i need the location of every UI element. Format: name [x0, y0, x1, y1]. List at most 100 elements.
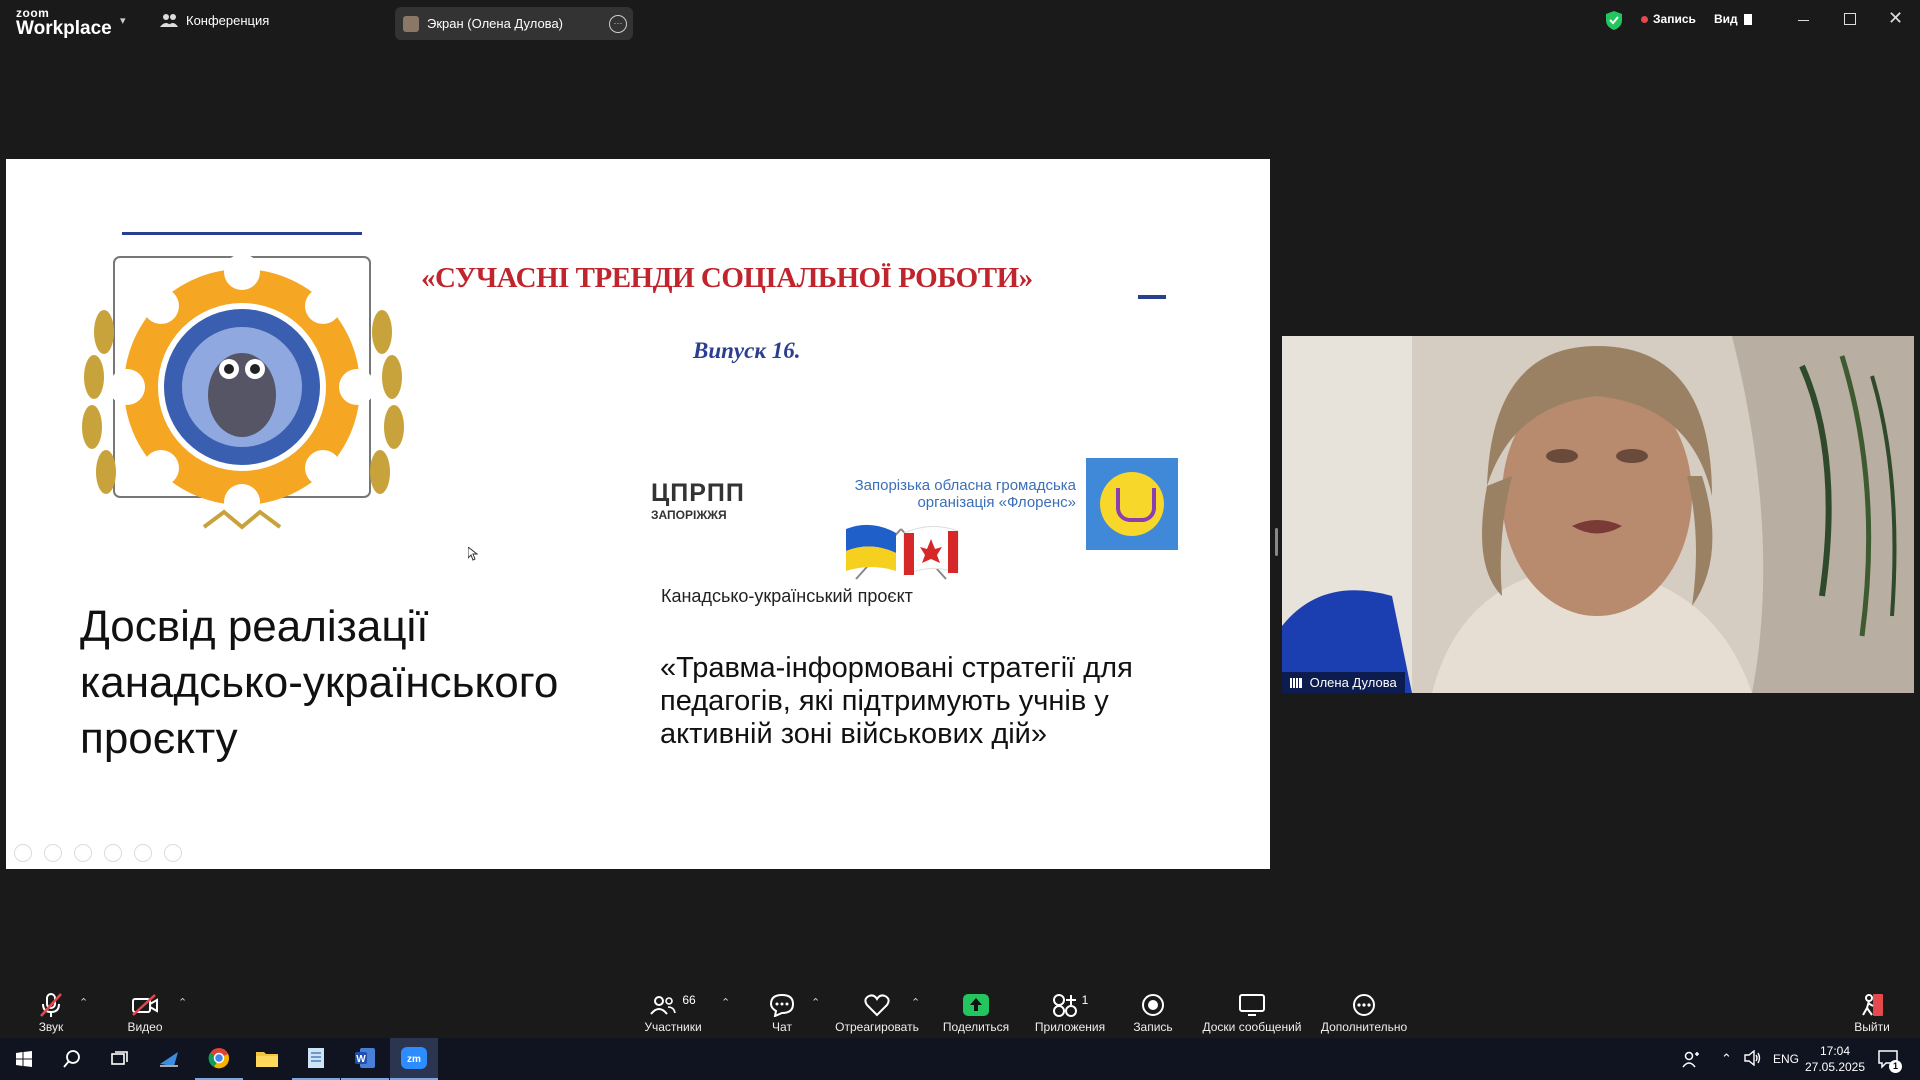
video-label: Видео [127, 1020, 163, 1034]
view-layout-icon [1743, 13, 1752, 25]
org-name: Запорізька обласна громадська організаці… [836, 477, 1076, 511]
notepad-icon[interactable] [292, 1038, 340, 1080]
view-button[interactable]: Вид [1714, 12, 1752, 26]
language-indicator[interactable]: ENG [1773, 1052, 1799, 1066]
video-button[interactable]: Видео [95, 980, 195, 1038]
show-hidden-icons-icon[interactable]: ⌃ [1721, 1051, 1732, 1067]
slide-more-icon[interactable] [164, 844, 182, 862]
clock[interactable]: 17:04 27.05.2025 [1800, 1043, 1870, 1075]
slide-heading: Досвід реалізації канадсько-українського… [80, 599, 558, 767]
slide-title: «СУЧАСНІ ТРЕНДИ СОЦІАЛЬНОЇ РОБОТИ» [421, 262, 1033, 294]
task-view-icon[interactable] [96, 1038, 144, 1080]
participant-name: Олена Дулова [1309, 675, 1397, 690]
chrome-icon[interactable] [195, 1038, 243, 1080]
clock-time: 17:04 [1819, 1044, 1851, 1058]
slide-quote: «Травма-інформовані стратегії для педаго… [660, 652, 1133, 751]
chevron-down-icon[interactable]: ▾ [120, 14, 126, 27]
recording-indicator[interactable]: Запись [1641, 12, 1696, 26]
camera-off-icon [132, 994, 158, 1016]
volume-icon[interactable] [1744, 1049, 1762, 1071]
more-button[interactable]: Дополнительно [1314, 980, 1414, 1038]
apps-count: 1 [1081, 993, 1089, 1007]
leave-button[interactable]: Выйти [1822, 980, 1920, 1038]
next-slide-icon[interactable] [44, 844, 62, 862]
ellipsis-icon [1353, 994, 1375, 1016]
audio-button[interactable]: Звук [1, 980, 101, 1038]
meeting-info-button[interactable]: Конференция [160, 12, 269, 28]
participants-icon [650, 996, 677, 1015]
whiteboard-icon [1239, 994, 1265, 1016]
participants-options-icon[interactable]: ⌃ [721, 996, 730, 1009]
restore-icon[interactable] [1844, 13, 1856, 25]
react-button[interactable]: Отреагировать [827, 980, 927, 1038]
more-label: Дополнительно [1320, 1020, 1408, 1034]
people-icon [160, 14, 178, 27]
audio-options-icon[interactable]: ⌃ [79, 996, 88, 1009]
close-icon[interactable]: ✕ [1888, 8, 1903, 29]
shield-icon[interactable] [1606, 11, 1622, 35]
participants-label: Участники [644, 1020, 702, 1034]
zoom-app-icon[interactable]: zm [390, 1038, 438, 1080]
participants-button[interactable]: 66 Участники [623, 980, 723, 1038]
title-bar: zoom Workplace ▾ Конференция Экран (Олен… [0, 0, 1920, 44]
prev-slide-icon[interactable] [14, 844, 32, 862]
participants-count: 66 [682, 993, 696, 1007]
more-options-icon[interactable]: ··· [609, 15, 627, 33]
chat-options-icon[interactable]: ⌃ [811, 996, 820, 1009]
apps-icon [1052, 994, 1077, 1017]
presentation-controls [14, 844, 182, 862]
resize-handle[interactable] [1275, 528, 1278, 556]
project-label: Канадсько-український проєкт [661, 586, 913, 606]
meeting-label: Конференция [186, 12, 270, 28]
react-label: Отреагировать [835, 1020, 919, 1034]
quote-line-2: педагогів, які підтримують учнів у [660, 685, 1109, 717]
whiteboards-button[interactable]: Доски сообщений [1192, 980, 1312, 1038]
participant-video-frame [1282, 336, 1914, 693]
svg-text:zm: zm [407, 1054, 421, 1065]
slides-grid-icon[interactable] [104, 844, 122, 862]
screen-tab-label: Экран (Олена Дулова) [427, 16, 563, 31]
app-blue-icon[interactable] [145, 1038, 193, 1080]
people-tray-icon[interactable] [1682, 1050, 1700, 1073]
record-button[interactable]: Запись [1103, 980, 1203, 1038]
signal-strength-icon [1290, 678, 1302, 688]
windows-start-icon[interactable] [0, 1038, 48, 1080]
mouse-cursor-icon [468, 547, 478, 561]
minimize-icon[interactable] [1798, 20, 1809, 21]
windows-taskbar: W zm ⌃ ENG 17:04 27.05.2025 1 [0, 1038, 1920, 1080]
heading-line-2: канадсько-українського [80, 658, 559, 707]
slide-issue: Випуск 16. [693, 338, 801, 363]
video-options-icon[interactable]: ⌃ [178, 996, 187, 1009]
record-label: Запись [1653, 12, 1696, 26]
university-emblem-icon [82, 232, 404, 530]
word-icon[interactable]: W [341, 1038, 389, 1080]
org-line-1: Запорізька обласна громадська [854, 477, 1076, 494]
react-options-icon[interactable]: ⌃ [911, 996, 920, 1009]
leave-icon [1862, 994, 1883, 1016]
cprpp-logo-subtext: ЗАПОРІЖЖЯ [651, 508, 727, 522]
shared-screen: «СУЧАСНІ ТРЕНДИ СОЦІАЛЬНОЇ РОБОТИ» Випус… [6, 159, 1270, 869]
view-label: Вид [1714, 12, 1738, 26]
file-explorer-icon[interactable] [243, 1038, 291, 1080]
cprpp-logo-text: ЦПРПП [651, 479, 745, 507]
florence-logo-icon [1086, 458, 1178, 550]
mic-muted-icon [40, 993, 62, 1017]
record-label-toolbar: Запись [1133, 1020, 1173, 1034]
pen-icon[interactable] [74, 844, 92, 862]
share-screen-icon [963, 994, 989, 1016]
share-button[interactable]: Поделиться [926, 980, 1026, 1038]
screen-share-tab[interactable]: Экран (Олена Дулова) ··· [395, 7, 633, 40]
participant-video[interactable] [1282, 336, 1914, 693]
whiteboards-label: Доски сообщений [1202, 1020, 1302, 1034]
zoom-icon[interactable] [134, 844, 152, 862]
chat-button[interactable]: Чат [732, 980, 832, 1038]
participant-name-tag: Олена Дулова [1282, 672, 1405, 693]
chat-icon [769, 993, 795, 1017]
heart-icon [864, 994, 890, 1017]
record-dot-icon [1641, 15, 1648, 23]
logo-big-text: Workplace [16, 18, 112, 39]
heading-line-3: проєкту [80, 714, 238, 763]
avatar [403, 16, 419, 32]
audio-label: Звук [38, 1020, 64, 1034]
search-icon[interactable] [48, 1038, 96, 1080]
